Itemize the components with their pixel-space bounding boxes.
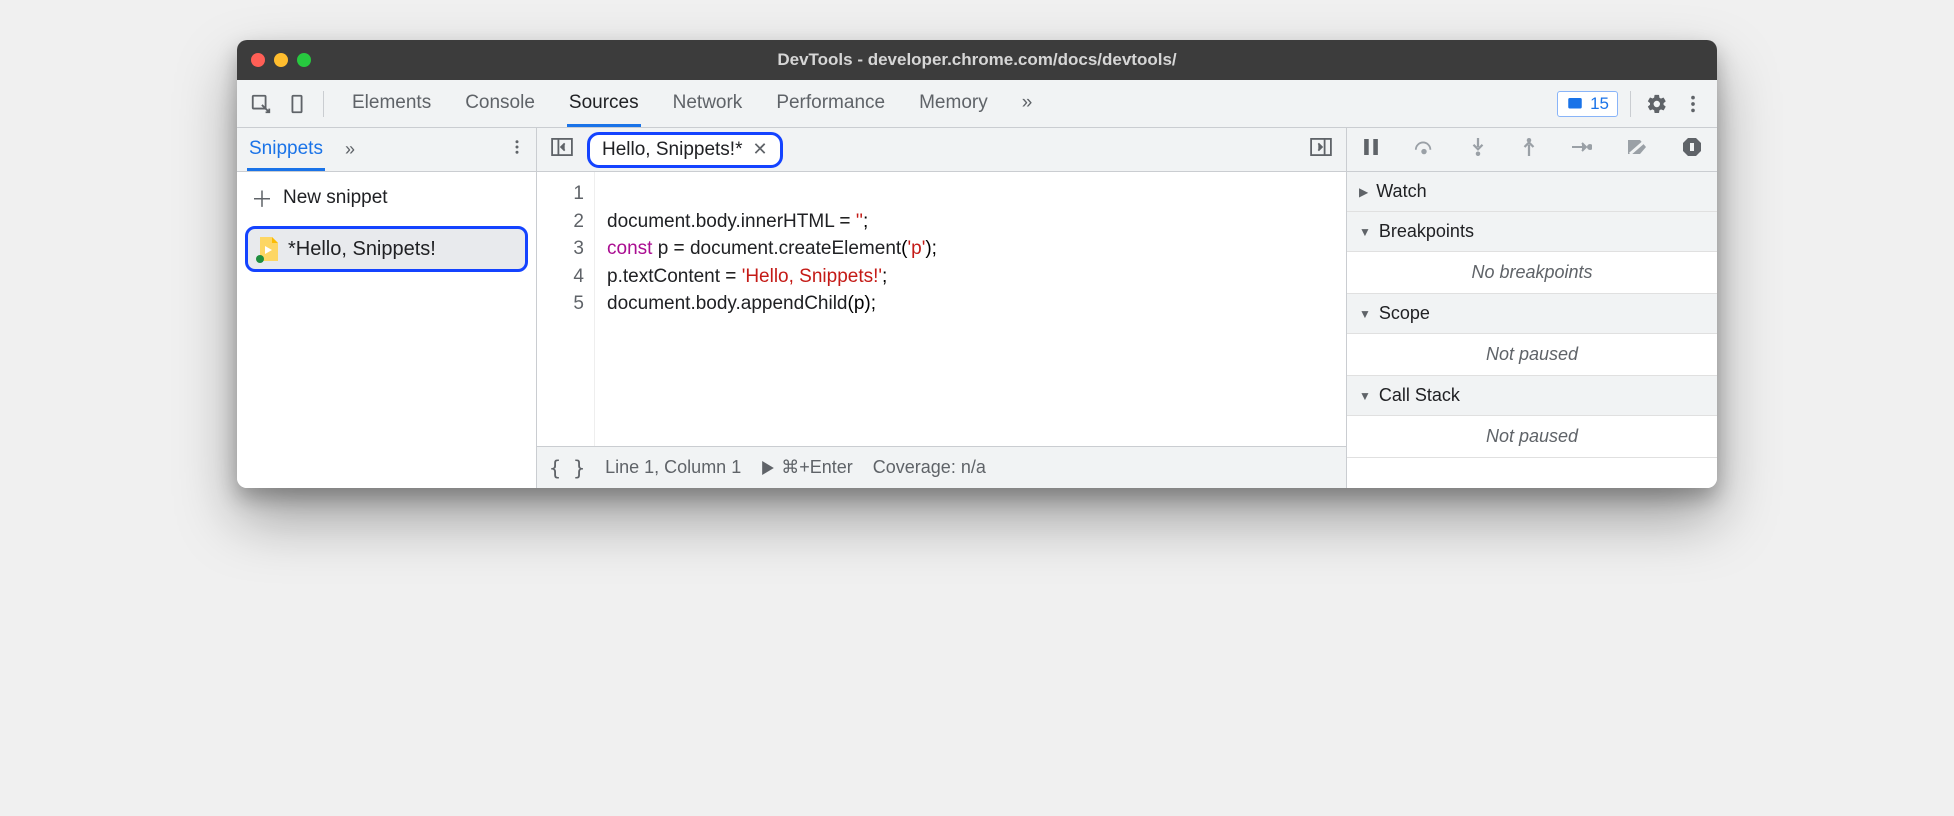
breakpoints-body: No breakpoints (1347, 252, 1717, 294)
toolbar-divider (323, 91, 324, 117)
window-title: DevTools - developer.chrome.com/docs/dev… (237, 50, 1717, 70)
sources-body: Snippets » ＋ New snippet *Hello, Snippet… (237, 128, 1717, 488)
scope-label: Scope (1379, 303, 1430, 324)
maximize-window-button[interactable] (297, 53, 311, 67)
editor-tabstrip: Hello, Snippets!* ✕ (537, 128, 1346, 172)
snippets-pane: Snippets » ＋ New snippet *Hello, Snippet… (237, 128, 537, 488)
editor-file-tab[interactable]: Hello, Snippets!* ✕ (587, 132, 783, 168)
step-out-icon[interactable] (1515, 134, 1543, 165)
settings-icon[interactable] (1643, 90, 1671, 118)
tab-network[interactable]: Network (671, 81, 745, 127)
new-snippet-label: New snippet (283, 187, 388, 209)
tab-console[interactable]: Console (463, 81, 537, 127)
tab-performance[interactable]: Performance (774, 81, 887, 127)
toggle-navigator-icon[interactable] (543, 134, 581, 165)
devtools-window: DevTools - developer.chrome.com/docs/dev… (237, 40, 1717, 488)
snippet-list-item[interactable]: *Hello, Snippets! (245, 226, 528, 272)
breakpoints-section-header[interactable]: ▼ Breakpoints (1347, 212, 1717, 252)
deactivate-breakpoints-icon[interactable] (1622, 135, 1654, 164)
tab-memory[interactable]: Memory (917, 81, 990, 127)
device-toggle-icon[interactable] (283, 90, 311, 118)
scope-body: Not paused (1347, 334, 1717, 376)
navigator-menu-icon[interactable] (508, 138, 526, 161)
run-snippet-button[interactable]: ⌘+Enter (761, 457, 853, 478)
pretty-print-icon[interactable]: { } (549, 456, 585, 480)
close-window-button[interactable] (251, 53, 265, 67)
inspect-icon[interactable] (247, 90, 275, 118)
callstack-section-header[interactable]: ▼ Call Stack (1347, 376, 1717, 416)
watch-section-header[interactable]: ▶ Watch (1347, 172, 1717, 212)
scope-section-header[interactable]: ▼ Scope (1347, 294, 1717, 334)
snippets-pane-header: Snippets » (237, 128, 536, 172)
kebab-menu-icon[interactable] (1679, 90, 1707, 118)
collapse-triangle-icon: ▼ (1359, 389, 1371, 403)
plus-icon: ＋ (251, 182, 273, 214)
coverage-status: Coverage: n/a (873, 457, 986, 478)
toggle-debugger-icon[interactable] (1302, 134, 1340, 165)
editor-tab-label: Hello, Snippets!* (602, 139, 742, 161)
pause-on-exceptions-icon[interactable] (1677, 134, 1707, 165)
issues-button[interactable]: 15 (1557, 91, 1618, 117)
callstack-body: Not paused (1347, 416, 1717, 458)
panel-tabs: Elements Console Sources Network Perform… (350, 81, 1034, 127)
traffic-lights (251, 53, 311, 67)
collapse-triangle-icon: ▼ (1359, 307, 1371, 321)
cursor-position: Line 1, Column 1 (605, 457, 741, 478)
debugger-toolbar (1347, 128, 1717, 172)
new-snippet-button[interactable]: ＋ New snippet (237, 172, 536, 224)
snippet-item-label: *Hello, Snippets! (288, 238, 436, 261)
breakpoints-label: Breakpoints (1379, 221, 1474, 242)
close-tab-icon[interactable]: ✕ (752, 139, 767, 160)
run-hint: ⌘+Enter (781, 457, 853, 478)
collapse-triangle-icon: ▼ (1359, 225, 1371, 239)
expand-triangle-icon: ▶ (1359, 185, 1368, 199)
issues-count: 15 (1590, 94, 1609, 114)
step-into-icon[interactable] (1464, 134, 1492, 165)
minimize-window-button[interactable] (274, 53, 288, 67)
snippets-tab[interactable]: Snippets (247, 129, 325, 171)
title-bar: DevTools - developer.chrome.com/docs/dev… (237, 40, 1717, 80)
callstack-label: Call Stack (1379, 385, 1460, 406)
step-icon[interactable] (1566, 136, 1598, 163)
pause-icon[interactable] (1357, 135, 1385, 164)
snippet-file-icon (258, 237, 278, 261)
line-gutter: 12345 (537, 172, 595, 446)
code-editor[interactable]: 12345 document.body.innerHTML = ''; cons… (537, 172, 1346, 446)
step-over-icon[interactable] (1408, 135, 1440, 164)
editor-status-bar: { } Line 1, Column 1 ⌘+Enter Coverage: n… (537, 446, 1346, 488)
unsaved-indicator-icon (256, 255, 264, 263)
toolbar-divider (1630, 91, 1631, 117)
editor-pane: Hello, Snippets!* ✕ 12345 document.body.… (537, 128, 1347, 488)
code-content: document.body.innerHTML = ''; const p = … (595, 172, 949, 446)
panel-overflow-icon[interactable]: » (1020, 81, 1035, 127)
navigator-overflow-icon[interactable]: » (339, 133, 361, 166)
tab-sources[interactable]: Sources (567, 81, 641, 127)
main-toolbar: Elements Console Sources Network Perform… (237, 80, 1717, 128)
watch-label: Watch (1376, 181, 1426, 202)
tab-elements[interactable]: Elements (350, 81, 433, 127)
debugger-pane: ▶ Watch ▼ Breakpoints No breakpoints ▼ S… (1347, 128, 1717, 488)
